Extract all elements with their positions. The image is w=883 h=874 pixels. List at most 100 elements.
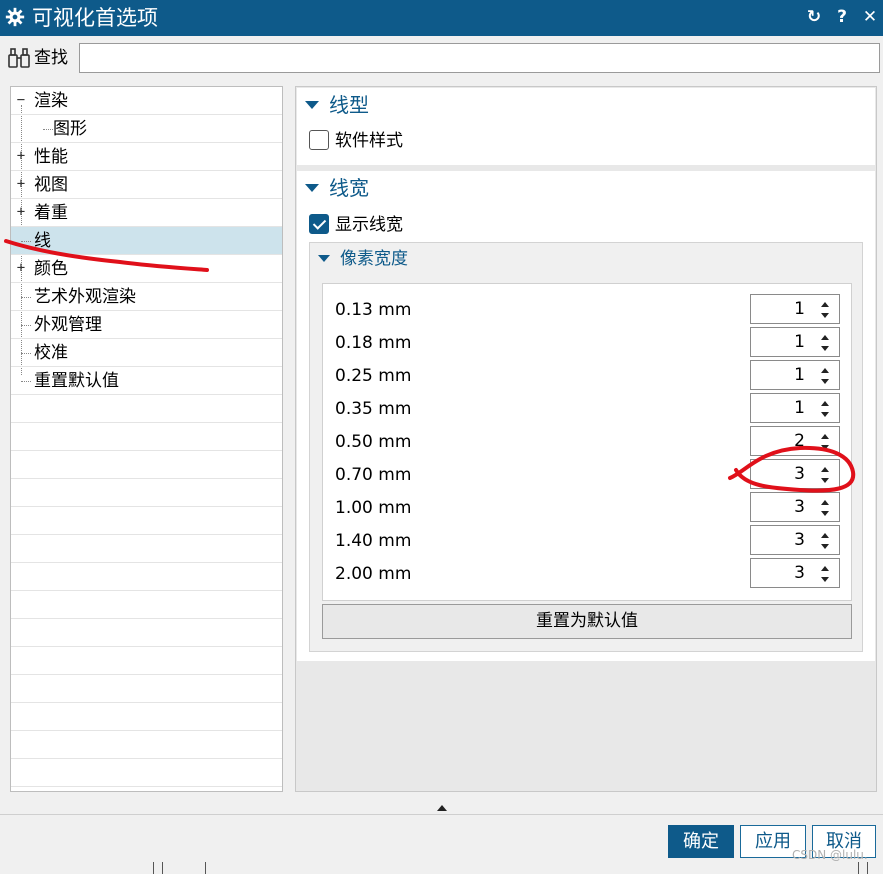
width-spinner[interactable]: 3 (750, 558, 840, 588)
help-icon[interactable]: ? (832, 7, 852, 27)
tree-empty-row (11, 591, 282, 619)
width-label: 0.50 mm (335, 432, 412, 452)
spinner-value[interactable]: 1 (794, 297, 805, 321)
spin-up-icon[interactable] (821, 533, 829, 538)
spinner-value[interactable]: 3 (794, 528, 805, 552)
tree-empty-row (11, 423, 282, 451)
spin-down-icon[interactable] (821, 412, 829, 417)
show-widths-label: 显示线宽 (335, 215, 403, 235)
width-spinner[interactable]: 3 (750, 525, 840, 555)
show-widths-checkbox[interactable] (309, 214, 329, 234)
close-icon[interactable]: ✕ (860, 7, 880, 27)
tree-empty-row (11, 647, 282, 675)
tree-item-view[interactable]: + 视图 (11, 171, 282, 199)
width-spinner[interactable]: 1 (750, 393, 840, 423)
spin-down-icon[interactable] (821, 313, 829, 318)
spin-up-icon[interactable] (821, 500, 829, 505)
collapse-triangle-icon[interactable] (305, 101, 319, 109)
spin-up-icon[interactable] (821, 401, 829, 406)
expand-icon[interactable]: + (15, 261, 27, 275)
tree-item-label: 艺术外观渲染 (34, 287, 136, 307)
expand-icon[interactable]: + (15, 205, 27, 219)
tree-connector (21, 297, 31, 298)
tree-item-render[interactable]: − 渲染 (11, 87, 282, 115)
spinner-value[interactable]: 3 (794, 462, 805, 486)
software-style-checkbox[interactable] (309, 130, 329, 150)
tree-empty-row (11, 451, 282, 479)
tree-item-artistic-appearance[interactable]: 艺术外观渲染 (11, 283, 282, 311)
tree-empty-row (11, 395, 282, 423)
width-spinner[interactable]: 1 (750, 294, 840, 324)
width-row: 0.70 mm 3 (323, 459, 851, 492)
tree-item-calibration[interactable]: 校准 (11, 339, 282, 367)
title-bar: 可视化首选项 ↻ ? ✕ (0, 0, 883, 36)
spinner-value[interactable]: 1 (794, 363, 805, 387)
spin-down-icon[interactable] (821, 577, 829, 582)
spin-up-icon[interactable] (821, 302, 829, 307)
tree-item-reset-defaults[interactable]: 重置默认值 (11, 367, 282, 395)
width-label: 0.70 mm (335, 465, 412, 485)
reset-icon[interactable]: ↻ (804, 7, 824, 27)
tree-empty-row (11, 507, 282, 535)
spin-up-icon[interactable] (821, 467, 829, 472)
tree-item-line[interactable]: 线 (11, 227, 282, 255)
tree-item-label: 性能 (34, 147, 68, 167)
spin-up-icon[interactable] (821, 434, 829, 439)
collapse-icon[interactable]: − (15, 93, 27, 107)
tree-item-label: 着重 (34, 203, 68, 223)
reset-defaults-button[interactable]: 重置为默认值 (322, 604, 852, 639)
find-input[interactable] (79, 43, 880, 73)
divider (153, 862, 154, 874)
divider (858, 862, 859, 874)
width-spinner[interactable]: 3 (750, 492, 840, 522)
spin-down-icon[interactable] (821, 511, 829, 516)
binoculars-icon (8, 48, 30, 68)
tree-item-graphics[interactable]: 图形 (11, 115, 282, 143)
tree-empty-row (11, 675, 282, 703)
collapse-triangle-icon[interactable] (318, 255, 330, 262)
find-label: 查找 (34, 48, 68, 68)
tree-item-appearance-management[interactable]: 外观管理 (11, 311, 282, 339)
tree-empty-row (11, 535, 282, 563)
divider (162, 862, 163, 874)
tree-item-emphasis[interactable]: + 着重 (11, 199, 282, 227)
splitter-up-arrow-icon[interactable] (437, 805, 447, 811)
tree-connector (21, 325, 31, 326)
width-spinner[interactable]: 1 (750, 327, 840, 357)
width-label: 0.35 mm (335, 399, 412, 419)
spin-down-icon[interactable] (821, 544, 829, 549)
spin-up-icon[interactable] (821, 566, 829, 571)
width-spinner[interactable]: 2 (750, 426, 840, 456)
spin-up-icon[interactable] (821, 368, 829, 373)
tree-connector (21, 381, 31, 382)
window-title: 可视化首选项 (32, 6, 158, 30)
tree-item-performance[interactable]: + 性能 (11, 143, 282, 171)
linetype-section: 线型 软件样式 (297, 88, 875, 165)
tree-empty-row (11, 731, 282, 759)
width-spinner[interactable]: 1 (750, 360, 840, 390)
spin-down-icon[interactable] (821, 478, 829, 483)
spinner-value[interactable]: 1 (794, 330, 805, 354)
pixel-width-header-label: 像素宽度 (340, 249, 408, 269)
spinner-value[interactable]: 3 (794, 495, 805, 519)
linetype-header-label: 线型 (329, 93, 369, 117)
expand-icon[interactable]: + (15, 177, 27, 191)
width-label: 0.18 mm (335, 333, 412, 353)
width-spinner[interactable]: 3 (750, 459, 840, 489)
tree-item-label: 渲染 (34, 91, 68, 111)
ok-button[interactable]: 确定 (668, 825, 734, 858)
spin-down-icon[interactable] (821, 379, 829, 384)
divider (205, 862, 206, 874)
gear-icon[interactable] (4, 6, 26, 28)
settings-panel: 线型 软件样式 线宽 显示线宽 像素宽度 0.13 mm 1 0.18 mm 1… (295, 86, 877, 792)
spinner-value[interactable]: 1 (794, 396, 805, 420)
tree-item-color[interactable]: + 颜色 (11, 255, 282, 283)
spinner-value[interactable]: 2 (794, 429, 805, 453)
spin-up-icon[interactable] (821, 335, 829, 340)
spinner-value[interactable]: 3 (794, 561, 805, 585)
spin-down-icon[interactable] (821, 445, 829, 450)
spin-down-icon[interactable] (821, 346, 829, 351)
expand-icon[interactable]: + (15, 149, 27, 163)
collapse-triangle-icon[interactable] (305, 184, 319, 192)
width-label: 0.25 mm (335, 366, 412, 386)
